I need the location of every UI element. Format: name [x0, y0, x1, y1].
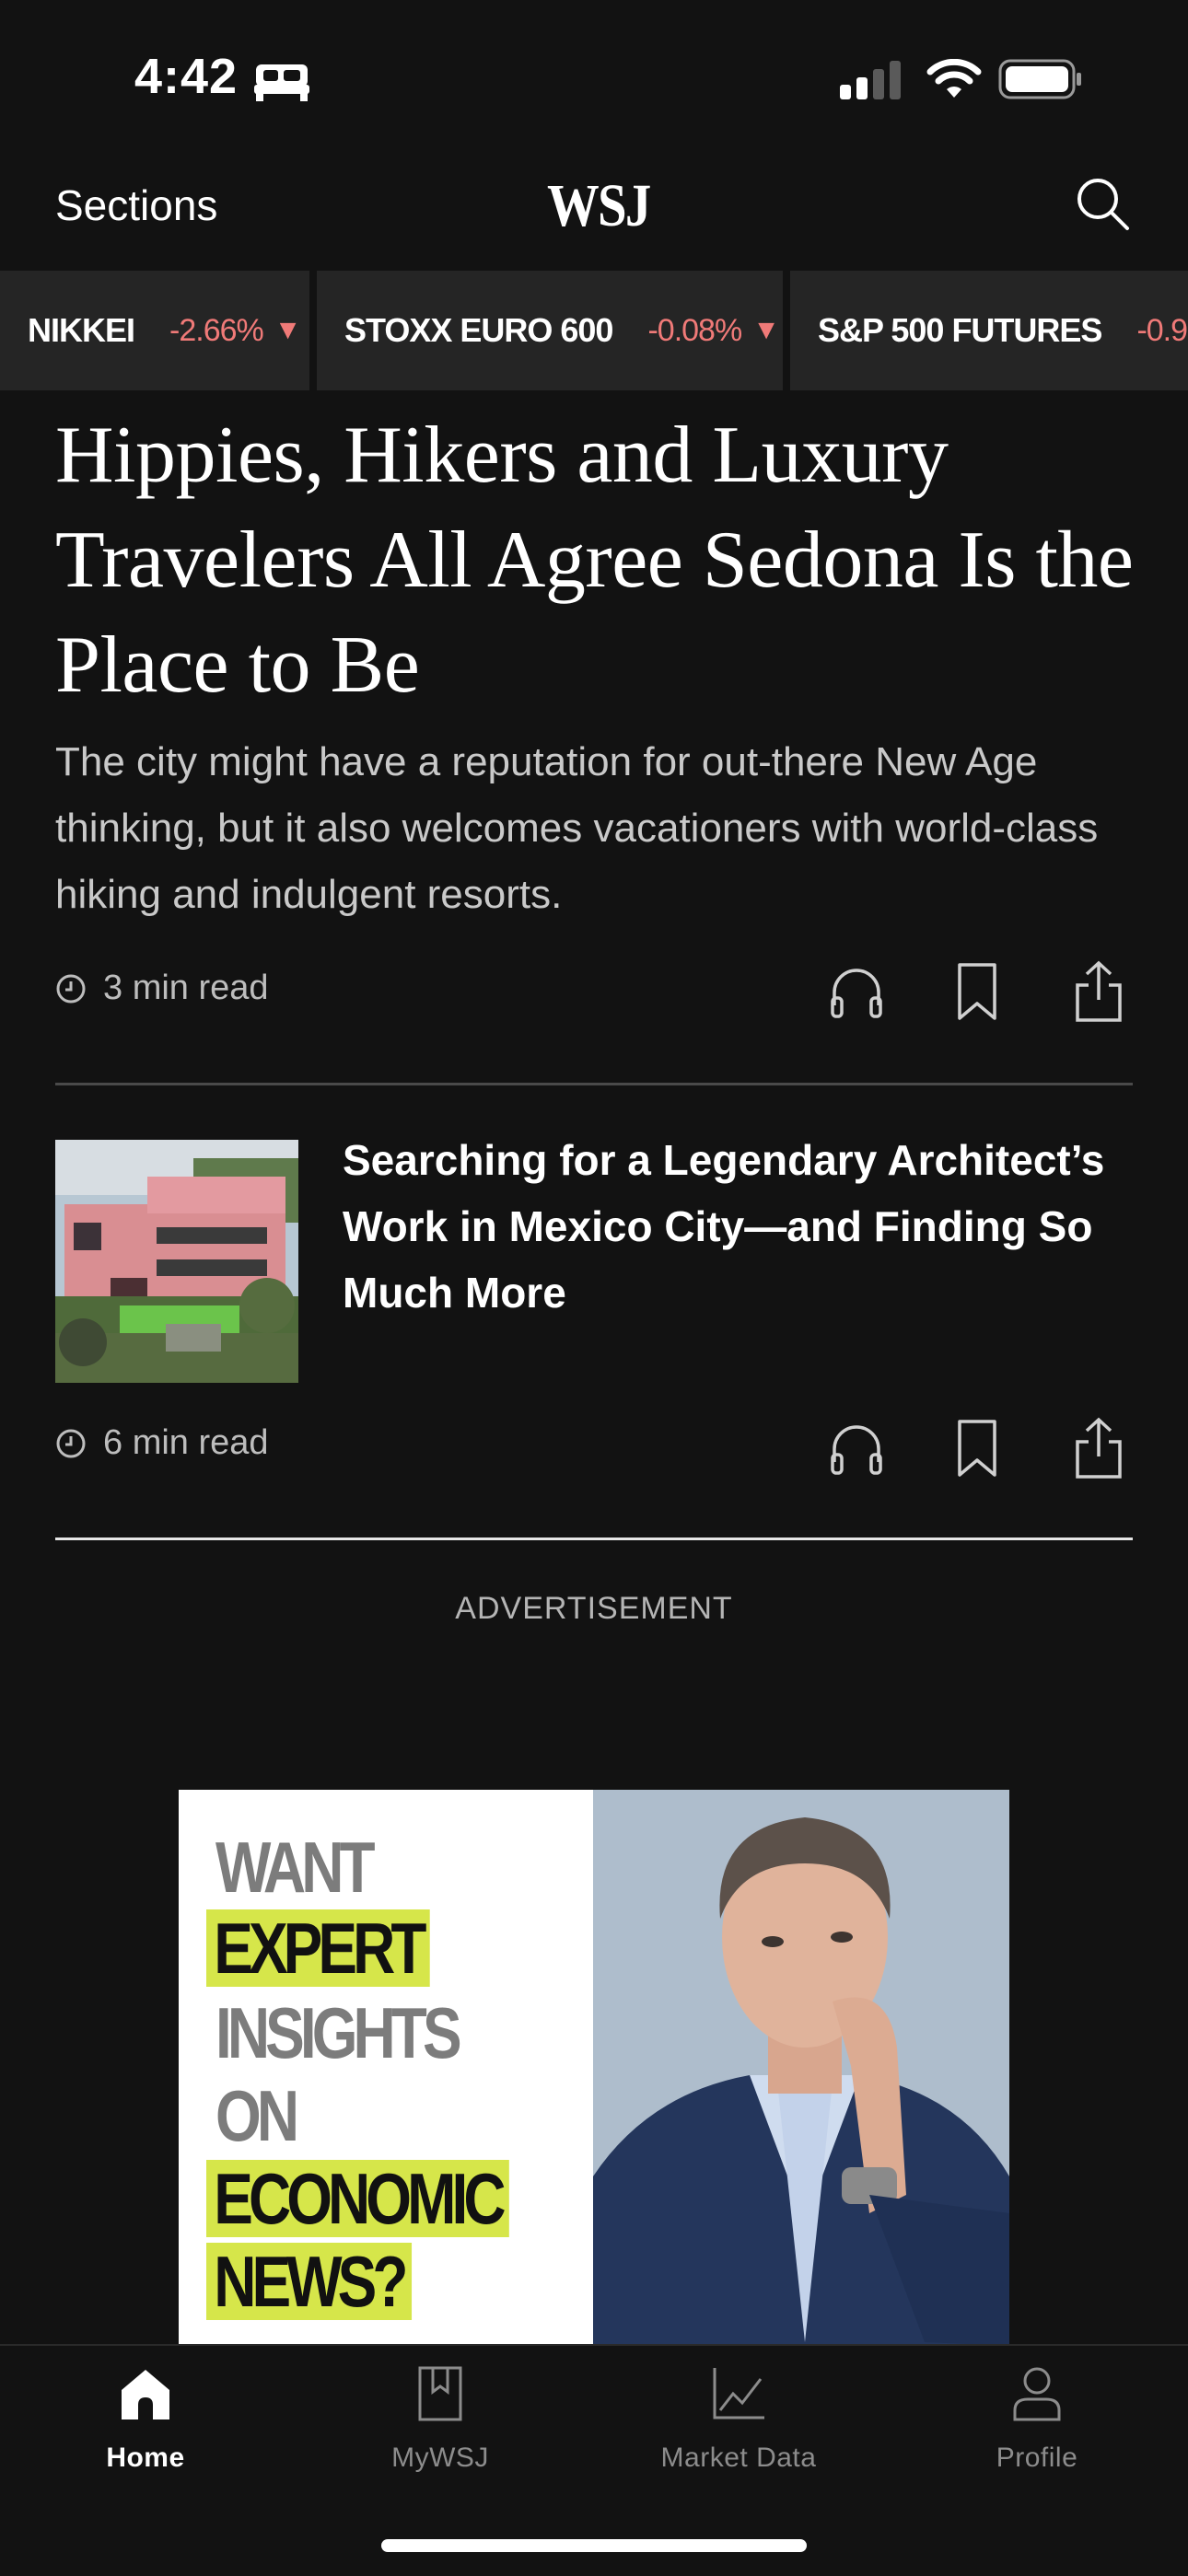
clock-icon	[56, 1429, 86, 1457]
ad-line: WANT	[215, 1827, 376, 1908]
read-time: 6 min read	[55, 1423, 269, 1463]
top-story-headline[interactable]: Hippies, Hikers and Luxury Travelers All…	[55, 403, 1151, 718]
home-icon	[122, 2370, 169, 2419]
headphones-icon[interactable]	[827, 1420, 886, 1479]
story-title[interactable]: Searching for a Legendary Architect’s Wo…	[343, 1127, 1125, 1326]
man-portrait-photo	[593, 1790, 1009, 2346]
wsj-logo: WSJ	[547, 172, 651, 239]
advertisement-label: ADVERTISEMENT	[455, 1591, 733, 1626]
bookmark-icon	[418, 2366, 462, 2421]
down-arrow-icon: ▼	[274, 315, 302, 345]
section-divider	[55, 1537, 1133, 1540]
story-divider	[55, 1083, 1133, 1085]
cellular-signal-icon	[840, 61, 901, 99]
ticker-item-stoxx[interactable]: STOXX EURO 600 -0.08% ▼	[317, 271, 783, 390]
tab-home[interactable]: Home	[26, 2364, 265, 2474]
headphones-icon[interactable]	[827, 963, 886, 1022]
ticker-name: STOXX EURO 600	[344, 311, 613, 349]
bookmark-icon[interactable]	[954, 1418, 1000, 1479]
sections-button[interactable]: Sections	[55, 180, 217, 230]
share-icon[interactable]	[1072, 1416, 1125, 1480]
search-icon[interactable]	[1074, 175, 1133, 234]
advertisement-banner[interactable]: WANT EXPERT INSIGHTS ON TODAY’S ECONOMIC…	[179, 1790, 1009, 2346]
wifi-icon	[926, 59, 982, 98]
ticker-change: -0.90	[1136, 312, 1188, 348]
read-time-label: 3 min read	[103, 969, 269, 1007]
ticker-name: NIKKEI	[28, 311, 135, 349]
ticker-change: -2.66%	[169, 312, 264, 348]
pink-building-photo	[55, 1140, 298, 1383]
story-thumbnail[interactable]	[55, 1140, 298, 1383]
ticker-item-sp500[interactable]: S&P 500 FUTURES -0.90	[790, 271, 1188, 390]
bookmark-icon[interactable]	[954, 961, 1000, 1022]
market-ticker[interactable]: NIKKEI -2.66% ▼ STOXX EURO 600 -0.08% ▼ …	[0, 271, 1188, 390]
ad-line-highlight: ECONOMIC	[206, 2160, 509, 2237]
ad-line: INSIGHTS	[215, 1992, 462, 2073]
ticker-item-nikkei[interactable]: NIKKEI -2.66% ▼	[0, 271, 309, 390]
top-story-summary: The city might have a reputation for out…	[55, 739, 1099, 917]
tab-mywsj[interactable]: MyWSJ	[320, 2364, 560, 2474]
home-indicator[interactable]	[381, 2539, 807, 2552]
clock-icon	[56, 974, 86, 1003]
tab-label: MyWSJ	[391, 2443, 489, 2473]
ad-text-panel: WANT EXPERT INSIGHTS ON TODAY’S ECONOMIC…	[179, 1790, 593, 2346]
ticker-change: -0.08%	[647, 312, 742, 348]
ticker-name: S&P 500 FUTURES	[818, 311, 1102, 349]
battery-icon	[998, 59, 1081, 99]
ad-portrait	[593, 1790, 1009, 2346]
tab-label: Market Data	[660, 2443, 817, 2473]
ad-line-highlight: NEWS?	[206, 2243, 412, 2320]
read-time-label: 6 min read	[103, 1423, 269, 1462]
tab-label: Profile	[996, 2443, 1078, 2473]
tab-market-data[interactable]: Market Data	[619, 2364, 858, 2474]
tab-profile[interactable]: Profile	[917, 2364, 1157, 2474]
sleep-mode-icon	[254, 64, 309, 101]
tab-label: Home	[106, 2443, 185, 2473]
status-bar: 4:42	[0, 0, 1188, 157]
person-icon	[1013, 2367, 1061, 2421]
read-time: 3 min read	[55, 969, 269, 1008]
share-icon[interactable]	[1072, 959, 1125, 1024]
status-time: 4:42	[134, 49, 239, 104]
chart-icon	[713, 2368, 764, 2419]
down-arrow-icon: ▼	[752, 315, 780, 345]
ad-line-highlight: EXPERT	[206, 1909, 430, 1987]
